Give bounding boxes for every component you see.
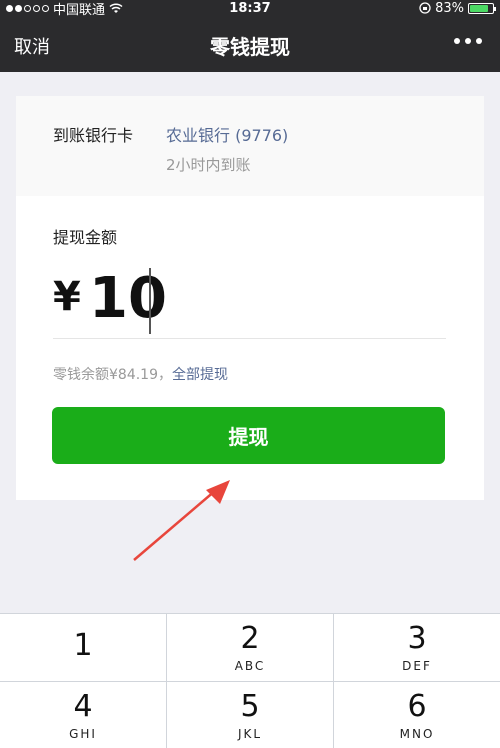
key-letters: MNO bbox=[399, 726, 435, 741]
currency-symbol: ¥ bbox=[53, 274, 81, 320]
key-letters: DEF bbox=[402, 658, 432, 673]
page-title: 零钱提现 bbox=[210, 35, 290, 59]
key-5[interactable]: 5 JKL bbox=[167, 682, 333, 748]
status-time: 18:37 bbox=[229, 0, 271, 16]
arrival-time: 2小时内到账 bbox=[166, 156, 251, 174]
key-2[interactable]: 2 ABC bbox=[167, 614, 333, 681]
red-arrow-annotation bbox=[133, 480, 230, 561]
amount-label: 提现金额 bbox=[53, 228, 118, 247]
numeric-keypad: 1 2 ABC 3 DEF 4 GHI 5 JKL 6 MNO bbox=[0, 613, 500, 748]
key-number: 5 bbox=[240, 688, 260, 724]
bank-card-name[interactable]: 农业银行 (9776) bbox=[166, 122, 288, 146]
text-caret bbox=[149, 268, 151, 334]
withdraw-all-link[interactable]: 全部提现 bbox=[172, 367, 228, 383]
signal-strength-icon bbox=[6, 4, 49, 12]
status-right: 83% bbox=[419, 0, 496, 16]
bank-section[interactable]: 到账银行卡 农业银行 (9776) 2小时内到账 bbox=[16, 96, 484, 196]
bank-card-label: 到账银行卡 bbox=[53, 126, 134, 145]
key-1[interactable]: 1 bbox=[0, 614, 166, 681]
key-number: 1 bbox=[73, 627, 93, 663]
rotation-lock-icon bbox=[419, 2, 431, 14]
key-4[interactable]: 4 GHI bbox=[0, 682, 166, 748]
divider bbox=[53, 338, 446, 339]
amount-input[interactable]: 10 bbox=[89, 266, 167, 331]
key-number: 4 bbox=[73, 688, 93, 724]
battery-icon bbox=[468, 2, 496, 14]
key-6[interactable]: 6 MNO bbox=[334, 682, 500, 748]
battery-percent: 83% bbox=[435, 0, 464, 16]
key-letters: GHI bbox=[69, 726, 97, 741]
key-3[interactable]: 3 DEF bbox=[334, 614, 500, 681]
key-letters: ABC bbox=[234, 658, 266, 673]
key-letters: JKL bbox=[237, 726, 263, 741]
key-number: 2 bbox=[240, 620, 260, 656]
amount-field[interactable]: ¥ 10 bbox=[53, 266, 446, 338]
balance-line: 零钱余额¥84.19，全部提现 bbox=[53, 364, 228, 384]
status-bar: 中国联通 18:37 83% bbox=[0, 0, 500, 18]
more-dots-icon[interactable] bbox=[454, 38, 482, 44]
key-number: 3 bbox=[407, 620, 427, 656]
status-left: 中国联通 bbox=[6, 0, 123, 18]
withdraw-card: 到账银行卡 农业银行 (9776) 2小时内到账 提现金额 ¥ 10 零钱余额¥… bbox=[16, 96, 484, 500]
balance-text: 零钱余额¥84.19， bbox=[53, 367, 172, 383]
key-number: 6 bbox=[407, 688, 427, 724]
nav-bar: 取消 零钱提现 bbox=[0, 16, 500, 72]
carrier-name: 中国联通 bbox=[53, 2, 106, 18]
wifi-icon bbox=[109, 2, 123, 13]
withdraw-button[interactable]: 提现 bbox=[52, 407, 445, 464]
